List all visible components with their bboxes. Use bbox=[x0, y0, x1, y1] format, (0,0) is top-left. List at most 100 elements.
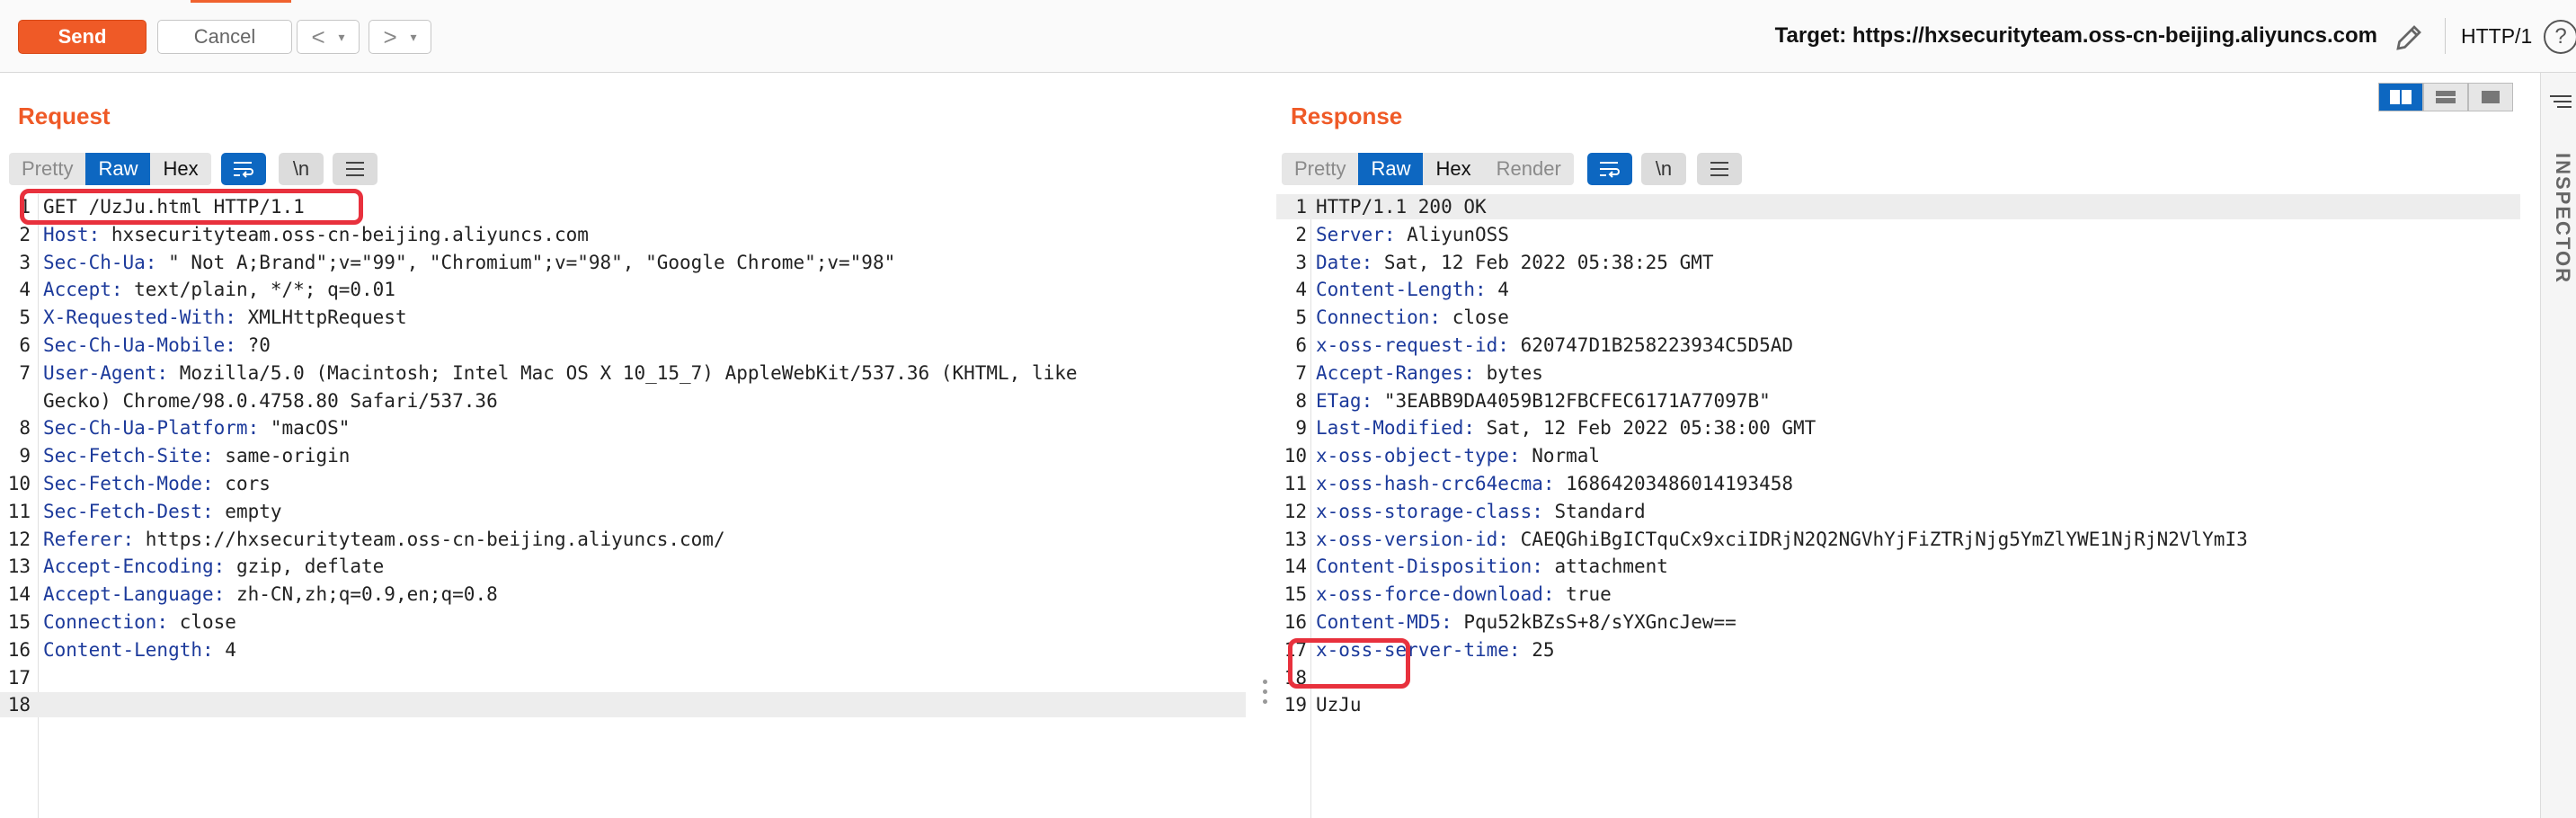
code-line[interactable]: 8 ETag: "3EABB9DA4059B12FBCFEC6171A77097B… bbox=[1276, 388, 2520, 413]
code-line[interactable]: 13 Accept-Encoding: gzip, deflate bbox=[0, 554, 1246, 579]
code-line[interactable]: 9 Last-Modified: Sat, 12 Feb 2022 05:38:0… bbox=[1276, 415, 2520, 440]
show-newlines-button[interactable]: \n bbox=[279, 153, 324, 185]
line-text: Sec-Fetch-Dest: empty bbox=[43, 499, 282, 524]
header-value: Standard bbox=[1542, 500, 1646, 522]
response-title: Response bbox=[1291, 102, 1403, 129]
header-value: "macOS" bbox=[259, 417, 351, 440]
dropdown-arrow-icon[interactable]: ▾ bbox=[339, 30, 345, 45]
code-line[interactable]: 6 x-oss-request-id: 620747D1B258223934C5D… bbox=[1276, 333, 2520, 358]
tab-raw[interactable]: Raw bbox=[1358, 153, 1424, 185]
code-line[interactable]: 16 Content-Length: 4 bbox=[0, 637, 1246, 662]
tab-pretty[interactable]: Pretty bbox=[9, 153, 85, 185]
response-editor[interactable]: 1 HTTP/1.1 200 OK 2 Server: AliyunOSS 3 Date:… bbox=[1276, 194, 2520, 818]
code-line[interactable]: 5 X-Requested-With: XMLHttpRequest bbox=[0, 305, 1246, 330]
help-icon[interactable]: ? bbox=[2544, 20, 2576, 54]
wrap-lines-button[interactable] bbox=[1587, 153, 1632, 185]
code-line[interactable]: 2 Server: AliyunOSS bbox=[1276, 222, 2520, 247]
code-line[interactable]: 16 Content-MD5: Pqu52kBZsS+8/sYXGncJew== bbox=[1276, 609, 2520, 635]
code-line[interactable]: 5 Connection: close bbox=[1276, 305, 2520, 330]
line-text: x-oss-hash-crc64ecma: 168642034860141934… bbox=[1316, 471, 1793, 496]
code-line[interactable]: 10 Sec-Fetch-Mode: cors bbox=[0, 471, 1246, 496]
code-line[interactable]: 11 x-oss-hash-crc64ecma: 1686420348601419… bbox=[1276, 471, 2520, 496]
header-value: 620747D1B258223934C5D5AD bbox=[1508, 334, 1794, 356]
inspector-tab[interactable]: INSPECTOR bbox=[2551, 153, 2574, 284]
code-line[interactable]: 18 bbox=[0, 692, 1246, 718]
header-name: x-oss-version-id: bbox=[1316, 528, 1509, 550]
split-pane-handle[interactable] bbox=[1262, 680, 1269, 707]
code-line[interactable]: 3 Sec-Ch-Ua: " Not A;Brand";v="99", "Chro… bbox=[0, 250, 1246, 275]
header-name: Server: bbox=[1316, 223, 1396, 245]
code-line[interactable]: 7 Accept-Ranges: bytes bbox=[1276, 360, 2520, 386]
tab-raw[interactable]: Raw bbox=[85, 153, 151, 185]
code-line[interactable]: 11 Sec-Fetch-Dest: empty bbox=[0, 499, 1246, 524]
layout-side-by-side-button[interactable] bbox=[2378, 83, 2423, 111]
code-line[interactable]: 6 Sec-Ch-Ua-Mobile: ?0 bbox=[0, 333, 1246, 358]
header-name: Content-Length: bbox=[43, 638, 214, 661]
layout-toggle bbox=[2378, 83, 2513, 111]
header-value: hxsecurityteam.oss-cn-beijing.aliyuncs.c… bbox=[100, 223, 589, 245]
code-line[interactable]: 3 Date: Sat, 12 Feb 2022 05:38:25 GMT bbox=[1276, 250, 2520, 275]
code-line[interactable]: 17 x-oss-server-time: 25 bbox=[1276, 637, 2520, 662]
code-line[interactable]: 19 UzJu bbox=[1276, 692, 2520, 717]
layout-stacked-button[interactable] bbox=[2423, 83, 2468, 111]
code-line[interactable]: 17 bbox=[0, 665, 1246, 690]
code-line[interactable]: 2 Host: hxsecurityteam.oss-cn-beijing.ali… bbox=[0, 222, 1246, 247]
wrap-lines-button[interactable] bbox=[221, 153, 266, 185]
code-line[interactable]: 10 x-oss-object-type: Normal bbox=[1276, 443, 2520, 468]
code-line[interactable]: 1 HTTP/1.1 200 OK bbox=[1276, 194, 2520, 219]
response-body-highlight bbox=[1288, 638, 1410, 689]
header-name: ETag: bbox=[1316, 389, 1373, 412]
columns-icon bbox=[2390, 90, 2412, 104]
show-newlines-button[interactable]: \n bbox=[1641, 153, 1686, 185]
request-editor[interactable]: 1 GET /UzJu.html HTTP/1.1 2 Host: hxsecurit… bbox=[0, 194, 1246, 818]
back-button[interactable]: < ▾ bbox=[297, 20, 360, 54]
send-button[interactable]: Send bbox=[18, 20, 147, 54]
code-line[interactable]: 4 Accept: text/plain, */*; q=0.01 bbox=[0, 277, 1246, 302]
code-line[interactable]: 15 Connection: close bbox=[0, 609, 1246, 635]
header-name: x-oss-object-type: bbox=[1316, 445, 1521, 467]
code-line[interactable]: 9 Sec-Fetch-Site: same-origin bbox=[0, 443, 1246, 468]
code-line[interactable]: 18 bbox=[1276, 665, 2520, 690]
pencil-icon[interactable] bbox=[2393, 22, 2425, 54]
cancel-button[interactable]: Cancel bbox=[157, 20, 292, 54]
request-menu-button[interactable] bbox=[333, 153, 378, 185]
line-number: 17 bbox=[7, 666, 31, 689]
http-version-label[interactable]: HTTP/1 bbox=[2461, 24, 2532, 49]
tab-pretty[interactable]: Pretty bbox=[1282, 153, 1358, 185]
tab-hex[interactable]: Hex bbox=[1423, 153, 1483, 185]
line-text: Accept-Ranges: bytes bbox=[1316, 360, 1543, 386]
line-number: 13 bbox=[7, 556, 31, 578]
tab-hex[interactable]: Hex bbox=[150, 153, 210, 185]
code-line[interactable]: Gecko) Chrome/98.0.4758.80 Safari/537.36 bbox=[0, 388, 1246, 413]
code-line[interactable]: 7 User-Agent: Mozilla/5.0 (Macintosh; Int… bbox=[0, 360, 1246, 386]
response-menu-button[interactable] bbox=[1697, 153, 1742, 185]
line-number: 2 bbox=[1295, 223, 1307, 245]
code-line[interactable]: 8 Sec-Ch-Ua-Platform: "macOS" bbox=[0, 415, 1246, 440]
header-name: Accept-Ranges: bbox=[1316, 361, 1476, 384]
code-line[interactable]: 15 x-oss-force-download: true bbox=[1276, 582, 2520, 607]
code-line[interactable]: 14 Content-Disposition: attachment bbox=[1276, 554, 2520, 579]
wrap-lines-icon bbox=[1600, 162, 1620, 178]
forward-button[interactable]: > ▾ bbox=[369, 20, 431, 54]
code-line[interactable]: 4 Content-Length: 4 bbox=[1276, 277, 2520, 302]
line-text: Connection: close bbox=[43, 609, 236, 635]
line-text: Connection: close bbox=[1316, 305, 1509, 330]
layout-single-button[interactable] bbox=[2468, 83, 2513, 111]
header-name: Connection: bbox=[43, 611, 169, 633]
line-text: UzJu bbox=[1316, 692, 1362, 717]
header-name: Connection: bbox=[1316, 307, 1442, 329]
line-number: 12 bbox=[7, 528, 31, 550]
code-line[interactable]: 12 Referer: https://hxsecurityteam.oss-cn… bbox=[0, 527, 1246, 552]
settings-lines-icon[interactable] bbox=[2546, 91, 2573, 112]
line-text: x-oss-request-id: 620747D1B258223934C5D5… bbox=[1316, 333, 1793, 358]
tab-render[interactable]: Render bbox=[1484, 153, 1574, 185]
code-line[interactable]: 12 x-oss-storage-class: Standard bbox=[1276, 499, 2520, 524]
tab-accent-bar bbox=[191, 0, 291, 3]
code-line[interactable]: 14 Accept-Language: zh-CN,zh;q=0.9,en;q=0… bbox=[0, 582, 1246, 607]
line-text: x-oss-version-id: CAEQGhiBgICTquCx9xciID… bbox=[1316, 527, 2248, 552]
dropdown-arrow-icon[interactable]: ▾ bbox=[411, 30, 417, 45]
header-value: AliyunOSS bbox=[1395, 223, 1509, 245]
header-value: text/plain, */*; q=0.01 bbox=[122, 279, 395, 301]
hamburger-icon bbox=[1710, 162, 1728, 176]
code-line[interactable]: 13 x-oss-version-id: CAEQGhiBgICTquCx9xci… bbox=[1276, 527, 2520, 552]
